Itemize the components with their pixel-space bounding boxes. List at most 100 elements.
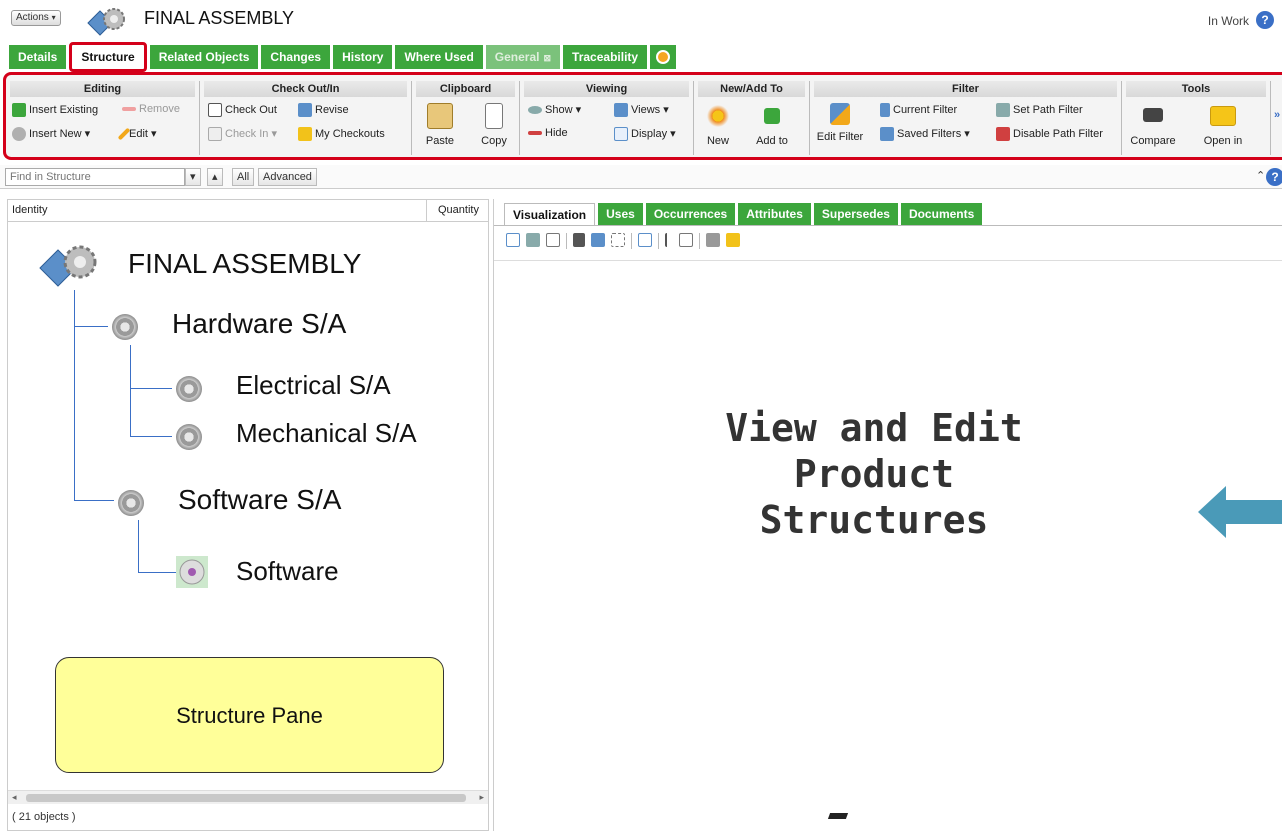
gear-icon: [112, 314, 138, 340]
zoom-in-icon[interactable]: [526, 233, 540, 247]
compare-button[interactable]: Compare: [1128, 103, 1178, 147]
saved-filters-button[interactable]: Saved Filters ▾: [880, 127, 970, 142]
group-filter: Filter Edit Filter Current Filter Set Pa…: [814, 81, 1122, 155]
tab-attributes[interactable]: Attributes: [738, 203, 811, 225]
help-circle-icon[interactable]: ?: [1266, 168, 1282, 186]
tree-connector: [74, 290, 75, 500]
tab-related-objects[interactable]: Related Objects: [149, 45, 259, 69]
tab-visualization[interactable]: Visualization: [504, 203, 596, 225]
tree-connector: [130, 345, 131, 436]
check-out-label: Check Out: [225, 103, 277, 116]
tab-where-used[interactable]: Where Used: [395, 45, 483, 69]
paste-button[interactable]: Paste: [420, 103, 460, 147]
remove-button[interactable]: Remove: [122, 103, 180, 115]
structure-column-headers: Identity Quantity: [8, 200, 488, 222]
current-filter-button[interactable]: Current Filter: [880, 103, 957, 117]
scroll-left-icon[interactable]: ◂: [12, 792, 17, 803]
revise-button[interactable]: Revise: [298, 103, 349, 117]
headline: View and Edit Product Structures: [684, 405, 1064, 543]
display-icon: [614, 127, 628, 142]
scrollbar-thumb[interactable]: [26, 794, 466, 802]
edit-button[interactable]: Edit ▾: [117, 127, 157, 141]
find-prev-button[interactable]: ▴: [207, 168, 223, 186]
actions-menu-button[interactable]: Actions ▾: [11, 10, 61, 26]
tab-occurrences[interactable]: Occurrences: [645, 203, 736, 225]
tab-supersedes[interactable]: Supersedes: [813, 203, 898, 225]
tree-connector: [74, 326, 108, 327]
tab-structure[interactable]: Structure: [69, 42, 147, 72]
paste-label: Paste: [425, 135, 455, 147]
pointer-icon[interactable]: [665, 233, 673, 247]
zoom-region-icon[interactable]: [546, 233, 560, 247]
new-button[interactable]: New: [700, 103, 736, 147]
group-title-filter: Filter: [814, 81, 1117, 97]
hand-icon[interactable]: [726, 233, 740, 247]
minus-icon: [122, 107, 136, 112]
insert-new-button[interactable]: Insert New ▾: [12, 127, 90, 142]
filter-tree-icon: [880, 103, 890, 117]
display-button[interactable]: Display ▾: [614, 127, 676, 142]
toolbar-divider: [699, 233, 700, 249]
more-button[interactable]: »: [1274, 109, 1280, 121]
group-title-viewing: Viewing: [524, 81, 689, 97]
tab-changes[interactable]: Changes: [261, 45, 331, 69]
header-bar: Actions ▾ FINAL ASSEMBLY In Work ?: [0, 0, 1282, 42]
cursor-mark: [827, 813, 849, 819]
structure-pane: Identity Quantity FINAL ASSEMBLY Hardwar…: [7, 199, 489, 831]
find-all-button[interactable]: All: [232, 168, 255, 186]
tab-general[interactable]: General ⊠: [485, 45, 561, 69]
insert-new-label: Insert New: [29, 128, 82, 140]
column-quantity[interactable]: Quantity: [438, 204, 479, 216]
tree-layout-icon[interactable]: [706, 233, 720, 247]
export-icon[interactable]: [638, 233, 652, 247]
new-star-icon: [705, 103, 731, 129]
tree-item-label: Mechanical S/A: [236, 418, 417, 448]
zoom-fit-icon[interactable]: [506, 233, 520, 247]
disable-path-filter-button[interactable]: Disable Path Filter: [996, 127, 1103, 141]
check-in-button[interactable]: Check In ▾: [208, 127, 277, 142]
connect-icon[interactable]: [573, 233, 585, 247]
tab-details[interactable]: Details: [9, 45, 67, 69]
add-tab-icon: [656, 49, 671, 64]
copy-button[interactable]: Copy: [476, 103, 512, 147]
layout-icon[interactable]: [591, 233, 605, 247]
add-to-icon: [764, 108, 780, 124]
find-next-button[interactable]: ▾: [185, 168, 201, 186]
object-tabs: Details Structure Related Objects Change…: [9, 42, 679, 72]
tab-uses[interactable]: Uses: [598, 203, 643, 225]
tab-add[interactable]: [650, 45, 677, 69]
set-path-filter-button[interactable]: Set Path Filter: [996, 103, 1083, 117]
edit-filter-button[interactable]: Edit Filter: [816, 103, 864, 143]
insert-existing-button[interactable]: Insert Existing: [12, 103, 98, 117]
group-viewing: Viewing Show ▾ Views ▾ Hide Display ▾: [524, 81, 694, 155]
horizontal-scrollbar[interactable]: ◂ ▸: [8, 790, 488, 804]
hide-label: Hide: [545, 127, 568, 139]
my-checkouts-button[interactable]: My Checkouts: [298, 127, 385, 141]
current-filter-label: Current Filter: [893, 103, 958, 116]
tree-item-label: Software S/A: [178, 484, 342, 515]
views-label: Views: [631, 104, 661, 116]
column-divider[interactable]: [426, 200, 427, 222]
question-icon[interactable]: ?: [1256, 11, 1274, 29]
tab-traceability[interactable]: Traceability: [563, 45, 648, 69]
marquee-icon[interactable]: [679, 233, 693, 247]
views-button[interactable]: Views ▾: [614, 103, 669, 118]
find-in-structure-input[interactable]: [5, 168, 185, 186]
open-in-label: Open in: [1203, 135, 1243, 147]
toolbar-divider: [631, 233, 632, 249]
hide-button[interactable]: Hide: [528, 127, 568, 139]
tab-history[interactable]: History: [333, 45, 393, 69]
add-to-button[interactable]: Add to: [750, 103, 794, 147]
scroll-right-icon[interactable]: ▸: [479, 792, 484, 803]
show-button[interactable]: Show ▾: [528, 103, 581, 116]
new-label: New: [706, 135, 729, 147]
check-out-button[interactable]: Check Out: [208, 103, 277, 117]
advanced-button[interactable]: Advanced: [258, 168, 317, 186]
tab-documents[interactable]: Documents: [900, 203, 983, 225]
chevron-down-icon: ▾: [190, 171, 196, 183]
select-region-icon[interactable]: [611, 233, 625, 247]
my-checkouts-label: My Checkouts: [315, 127, 385, 140]
close-icon[interactable]: ⊠: [544, 53, 552, 63]
open-in-button[interactable]: Open in: [1200, 103, 1246, 147]
column-identity[interactable]: Identity: [12, 204, 47, 216]
